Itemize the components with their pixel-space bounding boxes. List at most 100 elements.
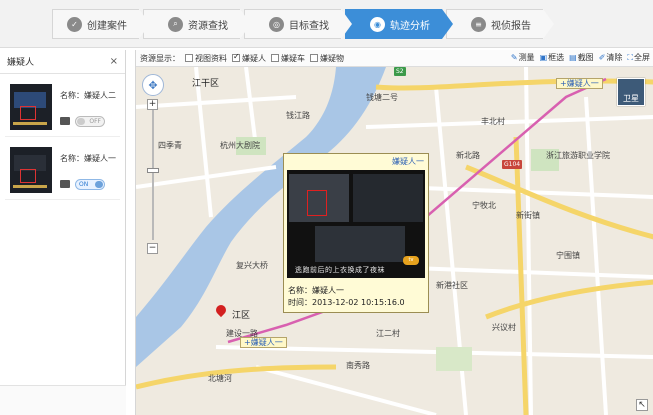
step-label: 资源查找: [188, 20, 228, 32]
target-icon: ◎: [269, 16, 284, 32]
video-frame[interactable]: 逃跑前后的上衣换成了夜袜 tv: [287, 170, 425, 278]
expand-arrow-icon[interactable]: ↖: [636, 399, 648, 411]
step-bar: ✓ 创建案件 ⌕ 资源查找 ◎ 目标查找 ◉ 轨迹分析 ≡ 视侦报告: [0, 0, 653, 48]
filter-label: 嫌疑车: [281, 53, 305, 63]
filter-suspect-person[interactable]: 嫌疑人: [232, 52, 266, 64]
map-toolbar: 资源显示： 视图资料 嫌疑人 嫌疑车 嫌疑物 ✎测量 ▣框选 ▤截图 ✐清除 ⛶…: [136, 50, 653, 67]
video-caption: 逃跑前后的上衣换成了夜袜: [295, 266, 385, 274]
zoom-in-button[interactable]: +: [147, 99, 158, 110]
satellite-toggle[interactable]: 卫星: [617, 78, 645, 106]
map-tools: ✎测量 ▣框选 ▤截图 ✐清除 ⛶全屏: [506, 52, 650, 63]
step-report[interactable]: ≡ 视侦报告: [446, 9, 554, 39]
popup-time: 时间：2013-12-02 10:15:16.0: [288, 298, 405, 307]
popup-name: 名称：嫌疑人一: [288, 286, 344, 295]
step-target-search[interactable]: ◎ 目标查找: [244, 9, 352, 39]
place-label: 新港社区: [436, 281, 468, 290]
place-label: 兴议村: [492, 323, 516, 332]
place-label: 钱塘二号: [366, 93, 398, 102]
district-label: 江干区: [192, 79, 220, 89]
step-label: 目标查找: [289, 20, 329, 32]
camera-icon: ▤: [569, 53, 577, 62]
fullscreen-icon: ⛶: [627, 53, 633, 62]
select-tool[interactable]: ▣框选: [540, 52, 565, 63]
place-label: 江二村: [376, 329, 400, 338]
filter-label: 视图资料: [195, 53, 227, 63]
suspect-panel-header: 嫌疑人 ×: [0, 50, 125, 74]
step-create-case[interactable]: ✓ 创建案件: [52, 9, 150, 39]
filter-suspect-vehicle[interactable]: 嫌疑车: [271, 53, 305, 64]
place-label: 钱江路: [286, 111, 310, 120]
district-label: 江区: [232, 311, 251, 321]
suspect-name: 名称：嫌疑人二: [60, 91, 116, 100]
zoom-slider-thumb[interactable]: [147, 168, 159, 173]
suspect-card[interactable]: 名称：嫌疑人一 ON: [5, 143, 120, 200]
map-view[interactable]: 资源显示： 视图资料 嫌疑人 嫌疑车 嫌疑物 ✎测量 ▣框选 ▤截图 ✐清除 ⛶…: [135, 50, 653, 415]
road-shield: G104: [502, 160, 523, 169]
fullscreen-tool[interactable]: ⛶全屏: [627, 52, 650, 63]
place-label: 宁牧北: [472, 201, 496, 210]
zoom-slider[interactable]: [147, 110, 159, 240]
suspect-toggle[interactable]: ON: [75, 179, 105, 190]
suspect-card[interactable]: 名称：嫌疑人二 OFF: [5, 80, 120, 137]
step-label: 创建案件: [87, 20, 127, 32]
folder-icon[interactable]: [60, 180, 70, 188]
clear-tool[interactable]: ✐清除: [599, 52, 623, 63]
suspect-toggle[interactable]: OFF: [75, 116, 105, 127]
zoom-control: ✥ + −: [142, 74, 164, 254]
close-icon[interactable]: ×: [110, 56, 118, 67]
suspect-panel: 嫌疑人 × 名称：嫌疑人二 OFF 名称：嫌疑人一 ON: [0, 50, 126, 415]
toggle-label: OFF: [89, 118, 101, 125]
park: [436, 347, 472, 371]
place-label: 北塘河: [208, 374, 232, 383]
filter-view-data[interactable]: 视图资料: [185, 53, 227, 64]
place-label: 南秀路: [346, 361, 370, 370]
place-label: 新街镇: [516, 211, 540, 220]
place-label: 浙江旅游职业学院: [546, 151, 610, 160]
place-label: 杭州大剧院: [220, 141, 260, 150]
tv-logo-icon: tv: [403, 256, 419, 265]
checkbox[interactable]: [232, 52, 240, 62]
filter-label: 嫌疑人: [242, 53, 266, 63]
step-list: ✓ 创建案件 ⌕ 资源查找 ◎ 目标查找 ◉ 轨迹分析 ≡ 视侦报告: [52, 9, 554, 39]
eraser-icon: ✐: [598, 53, 606, 62]
checkbox[interactable]: [310, 54, 318, 62]
suspect-highlight-box: [307, 190, 327, 216]
place-label: 新北路: [456, 151, 480, 160]
suspect-marker-label[interactable]: +嫌疑人一: [556, 78, 603, 89]
place-label: 丰北村: [481, 117, 505, 126]
step-track-analysis[interactable]: ◉ 轨迹分析: [345, 9, 453, 39]
check-icon: ✓: [67, 16, 82, 32]
filter-suspect-object[interactable]: 嫌疑物: [310, 53, 344, 64]
place-label: 宁围镇: [556, 251, 580, 260]
step-label: 视侦报告: [491, 20, 531, 32]
ruler-icon: ✎: [510, 53, 518, 62]
checkbox[interactable]: [271, 54, 279, 62]
place-label: 复兴大桥: [236, 261, 268, 270]
checkbox[interactable]: [185, 54, 193, 62]
screenshot-tool[interactable]: ▤截图: [569, 52, 594, 63]
folder-icon[interactable]: [60, 117, 70, 125]
track-icon: ◉: [370, 16, 385, 32]
measure-tool[interactable]: ✎测量: [511, 52, 535, 63]
suspect-name: 名称：嫌疑人一: [60, 154, 116, 163]
popup-title[interactable]: 嫌疑人一: [392, 156, 424, 167]
road-shield: S2: [394, 67, 406, 76]
suspect-marker-label[interactable]: +嫌疑人一: [240, 337, 287, 348]
satellite-label: 卫星: [623, 94, 639, 103]
step-resource-search[interactable]: ⌕ 资源查找: [143, 9, 251, 39]
report-icon: ≡: [471, 16, 486, 32]
pan-control[interactable]: ✥: [142, 74, 164, 96]
resource-label: 资源显示：: [140, 53, 180, 63]
suspect-panel-title: 嫌疑人: [7, 58, 35, 68]
suspect-popup: 嫌疑人一 逃跑前后的上衣换成了夜袜 tv 名称：嫌疑人一 时间：2013-12-…: [283, 153, 429, 313]
toggle-label: ON: [79, 181, 89, 188]
popup-info: 名称：嫌疑人一 时间：2013-12-02 10:15:16.0: [288, 285, 405, 309]
suspect-thumbnail[interactable]: [10, 147, 52, 193]
suspect-thumbnail[interactable]: [10, 84, 52, 130]
search-icon: ⌕: [168, 16, 183, 32]
move-icon: ✥: [148, 78, 158, 92]
step-label: 轨迹分析: [390, 20, 430, 32]
suspect-panel-footer: [0, 385, 126, 415]
filter-label: 嫌疑物: [320, 53, 344, 63]
zoom-out-button[interactable]: −: [147, 243, 158, 254]
